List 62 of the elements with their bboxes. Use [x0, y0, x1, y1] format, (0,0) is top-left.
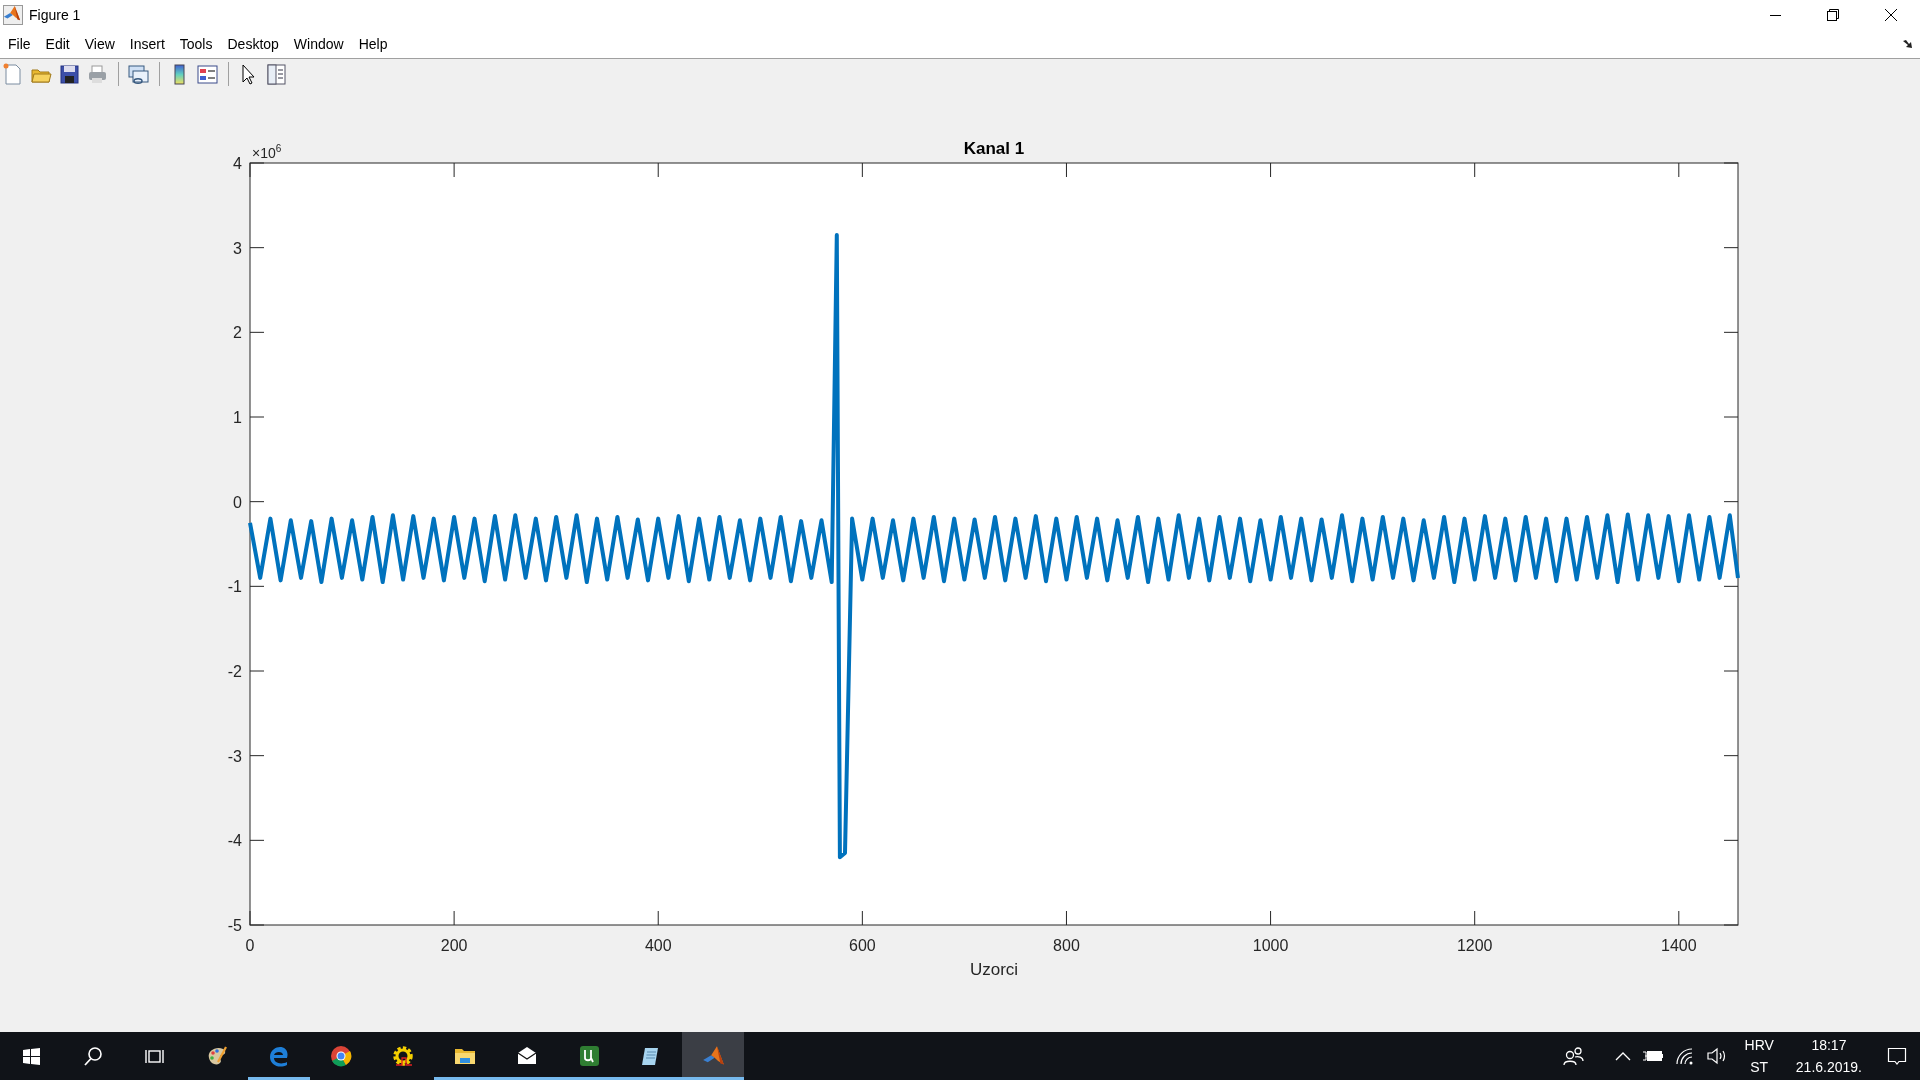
envelope-icon	[516, 1045, 538, 1067]
time-text: 18:17	[1811, 1036, 1847, 1055]
people-icon[interactable]	[1562, 1046, 1585, 1066]
wifi-icon[interactable]	[1674, 1047, 1695, 1065]
menu-item[interactable]: Help	[351, 34, 395, 54]
tick-label: -1	[227, 578, 242, 596]
matlab-icon	[702, 1045, 724, 1067]
legend-tool[interactable]	[196, 62, 220, 86]
palette-icon	[206, 1045, 228, 1067]
legend-icon	[196, 62, 219, 86]
app-icon	[3, 5, 23, 25]
axis-label: Uzorci	[969, 960, 1019, 979]
tick-label: 1400	[1661, 937, 1697, 954]
chevron-up-icon[interactable]	[1614, 1051, 1631, 1061]
tick-label: 1	[233, 409, 242, 426]
window-title: Figure 1	[29, 7, 81, 23]
panel-icon	[265, 62, 288, 86]
floppy-disk-tool[interactable]	[58, 62, 82, 86]
tick-label: 800	[1053, 937, 1080, 954]
language-code: HRV	[1744, 1036, 1774, 1055]
tick-label: 4	[233, 155, 242, 172]
tick-label: -4	[227, 832, 242, 850]
tick-label: 400	[644, 937, 672, 954]
menu-item[interactable]: Desktop	[220, 34, 286, 54]
tick-label: 3	[233, 239, 242, 257]
input-language-indicator[interactable]: HRV ST	[1734, 1034, 1784, 1078]
axis-multiplier: ×10$^{6}$	[252, 143, 282, 161]
close-icon	[1885, 9, 1897, 21]
tick-label: 1000	[1252, 937, 1289, 954]
search-icon	[82, 1045, 104, 1067]
gear-icon	[392, 1045, 414, 1067]
menu-item[interactable]: View	[77, 34, 122, 54]
linked-windows-icon	[127, 62, 150, 86]
tick-label: 1200	[1456, 937, 1493, 954]
tick-label: 0	[245, 937, 255, 954]
notification-icon[interactable]	[1887, 1046, 1907, 1066]
menu-item[interactable]: Edit	[38, 34, 77, 54]
chrome-icon	[330, 1045, 352, 1067]
menu-item[interactable]: Window	[286, 34, 351, 54]
battery-icon[interactable]	[1642, 1050, 1663, 1062]
edge-icon	[268, 1045, 290, 1067]
tick-label: 2	[233, 324, 242, 342]
panel-tool[interactable]	[265, 62, 289, 86]
menu-item[interactable]: Tools	[172, 34, 220, 54]
dock-arrow-icon[interactable]	[1903, 40, 1912, 48]
printer-icon	[86, 62, 109, 86]
menu-item[interactable]: Insert	[122, 34, 172, 54]
windows-logo-icon	[20, 1045, 42, 1067]
clock[interactable]: 18:17 21.6.2019.	[1783, 1034, 1874, 1078]
restore-icon	[1827, 9, 1839, 21]
torrent-icon	[578, 1045, 600, 1067]
date-text: 21.6.2019.	[1795, 1058, 1862, 1077]
tick-label: -3	[227, 747, 242, 765]
tick-label: 0	[233, 493, 242, 511]
tick-label: -2	[227, 663, 242, 680]
tick-label: -5	[227, 917, 242, 934]
menu-item[interactable]: File	[1, 34, 38, 54]
tick-label: 200	[440, 937, 468, 954]
keyboard-layout: ST	[1750, 1058, 1769, 1077]
plot-title: Kanal 1	[963, 139, 1025, 158]
linked-windows-tool[interactable]	[127, 62, 151, 86]
tick-label: 600	[849, 937, 876, 954]
